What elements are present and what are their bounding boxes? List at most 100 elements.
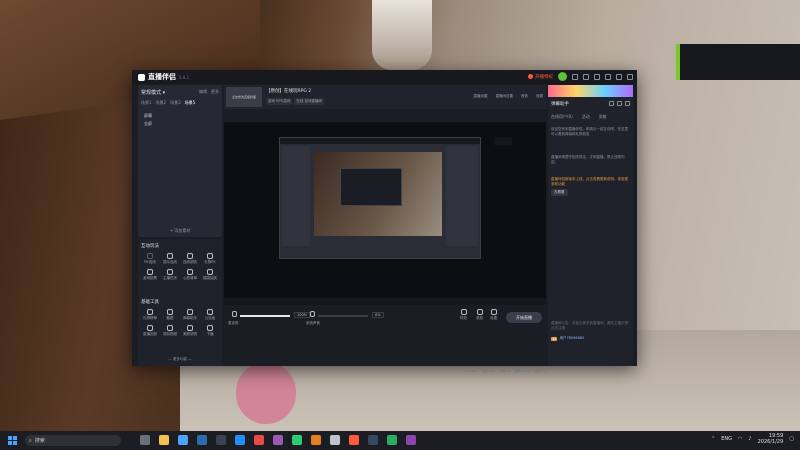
room-tag[interactable]: 游戏 RPG游戏: [266, 98, 293, 105]
room-tag[interactable]: 在线 游戏直播间: [294, 98, 324, 105]
app-icon[interactable]: [311, 435, 321, 445]
source-list: 屏幕 全屏: [144, 112, 152, 128]
room-settings-button[interactable]: 直播间设置: [496, 94, 514, 99]
add-source-button[interactable]: + 添加素材: [138, 228, 222, 234]
app-icon[interactable]: [368, 435, 378, 445]
effects-button[interactable]: 特效: [460, 309, 467, 321]
vscode-icon[interactable]: [197, 435, 207, 445]
desktop-widget[interactable]: [676, 44, 800, 80]
tool-pk[interactable]: PK连线: [140, 253, 160, 265]
filter-icon[interactable]: [609, 101, 614, 106]
title-bar-actions: 开播特权: [528, 72, 633, 81]
tool-replay[interactable]: 直播回放: [140, 325, 160, 337]
tab-scene-2[interactable]: 场景2: [156, 100, 167, 106]
tool-audience-link[interactable]: 观众连线: [160, 253, 180, 265]
user-entry[interactable]: 12 用户78596685: [551, 336, 584, 341]
avatar[interactable]: [558, 72, 567, 81]
replay-icon: [147, 325, 153, 331]
app-icon[interactable]: [406, 435, 416, 445]
app-icon[interactable]: [273, 435, 283, 445]
live-settings-button[interactable]: 直播设置: [474, 94, 488, 99]
promo-banner[interactable]: [548, 85, 633, 97]
stream-preview[interactable]: [224, 122, 546, 305]
file-explorer-icon[interactable]: [159, 435, 169, 445]
preview-nested: [340, 168, 402, 206]
gear-icon: [490, 309, 497, 315]
mic-volume-slider[interactable]: [240, 315, 290, 317]
more-features-button[interactable]: — 更多功能 —: [138, 357, 222, 362]
wechat-icon[interactable]: [292, 435, 302, 445]
taskbar-search[interactable]: ⌕ 搜索: [25, 435, 121, 446]
more-button[interactable]: 更多: [211, 89, 219, 95]
room-title[interactable]: 【原创】在线玩RPG 2: [266, 88, 311, 94]
tab-scene-1[interactable]: 场景1: [141, 100, 152, 106]
start-live-button[interactable]: 开始直播: [506, 312, 542, 323]
live-companion-icon[interactable]: [349, 435, 359, 445]
tab-contribution[interactable]: 贡献: [599, 114, 607, 120]
language-indicator[interactable]: ENG: [721, 436, 732, 442]
volume-icon[interactable]: ♪: [748, 436, 751, 442]
menu-icon[interactable]: [594, 73, 600, 80]
windows-start-icon[interactable]: [8, 436, 17, 445]
mode-selector[interactable]: 常规模式 ▾: [141, 89, 165, 96]
live-icon: [528, 74, 533, 79]
list-item[interactable]: 屏幕: [144, 112, 152, 120]
close-icon[interactable]: [627, 73, 633, 80]
room-info: 点击修改直播封面 【原创】在线玩RPG 2 游戏 RPG游戏 在线 游戏直播间 …: [224, 85, 546, 109]
right-panel: 弹幕助手 在线用户(0) 活动 贡献 欢迎您来到直播伴侣，和观众一起互动吧，在这…: [548, 85, 633, 366]
tab-scene-3[interactable]: 场景3: [170, 100, 181, 106]
notification-icon[interactable]: ▢: [789, 436, 794, 442]
maximize-icon[interactable]: [616, 73, 622, 80]
tool-danmaku[interactable]: 弹幕助手: [180, 309, 200, 321]
tool-beauty[interactable]: 美颜滤镜: [180, 325, 200, 337]
settings-button[interactable]: 设置: [536, 94, 543, 99]
headset-icon[interactable]: [583, 73, 589, 80]
view-update-button[interactable]: 去看看: [551, 189, 568, 196]
tool-gift-rank[interactable]: 礼物榜单: [140, 309, 160, 321]
board-icon: [207, 309, 213, 315]
tool-record[interactable]: 录制视频: [160, 325, 180, 337]
tool-lucky-bag[interactable]: 福袋抽奖: [200, 269, 220, 281]
beauty-icon: [187, 325, 193, 331]
cover-thumbnail[interactable]: 点击修改直播封面: [226, 87, 262, 107]
tool-vote[interactable]: 游戏投票: [140, 269, 160, 281]
wifi-icon[interactable]: ◠: [738, 436, 742, 442]
tool-notice[interactable]: 公告板: [200, 309, 220, 321]
gear-icon[interactable]: [625, 101, 630, 106]
edge-icon[interactable]: [235, 435, 245, 445]
microphone-icon[interactable]: [232, 311, 237, 317]
minimize-icon[interactable]: [605, 73, 611, 80]
chrome-icon[interactable]: [178, 435, 188, 445]
tab-activity[interactable]: 活动: [582, 114, 590, 120]
edit-button[interactable]: 编辑: [199, 89, 207, 95]
tool-screenshot[interactable]: 截图: [160, 309, 180, 321]
message-icon[interactable]: [572, 73, 578, 80]
app-icon[interactable]: [330, 435, 340, 445]
tool-gift-pk[interactable]: 礼物PK: [200, 253, 220, 265]
title-bar: 直播伴侣 5.8.1 开播特权: [132, 70, 637, 84]
app-logo: 直播伴侣 5.8.1: [138, 72, 189, 82]
tool-task[interactable]: 主播任务: [160, 269, 180, 281]
taskbar: ⌕ 搜索 ⌃ ENG ◠ ♪ 19:59 2026/1/29 ▢: [0, 431, 800, 450]
gear-button[interactable]: 设置: [490, 309, 497, 321]
tool-survey[interactable]: 连线调查: [180, 253, 200, 265]
system-volume-slider[interactable]: [318, 315, 368, 317]
app-icon[interactable]: [387, 435, 397, 445]
list-item[interactable]: 全屏: [144, 120, 152, 128]
speaker-icon[interactable]: [310, 311, 315, 317]
tab-online-users[interactable]: 在线用户(0): [551, 114, 573, 120]
netease-music-icon[interactable]: [254, 435, 264, 445]
tool-end[interactable]: 下播: [200, 325, 220, 337]
record-icon: [167, 325, 173, 331]
popout-icon[interactable]: [617, 101, 622, 106]
tool-wishlist[interactable]: 心愿清单: [180, 269, 200, 281]
tab-scene-5[interactable]: 场景5: [185, 100, 196, 106]
wish-icon: [187, 269, 193, 275]
record-button[interactable]: 录制: [476, 309, 483, 321]
privilege-badge[interactable]: 开播特权: [528, 74, 553, 80]
clock[interactable]: 19:59 2026/1/29: [758, 433, 784, 445]
steam-icon[interactable]: [216, 435, 226, 445]
chevron-up-icon[interactable]: ⌃: [711, 436, 715, 442]
task-view-icon[interactable]: [140, 435, 150, 445]
sound-effects-button[interactable]: 音效: [521, 94, 528, 99]
